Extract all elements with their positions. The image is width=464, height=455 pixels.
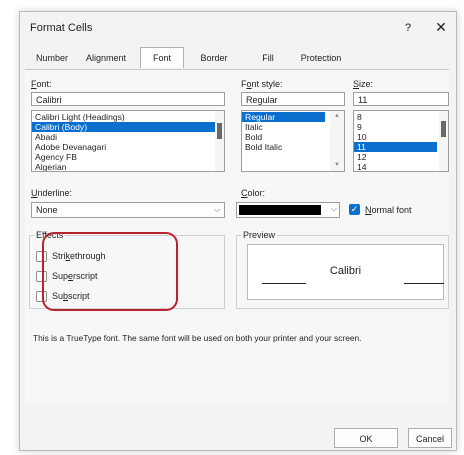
tab-number[interactable]: Number: [32, 49, 72, 67]
tab-protection[interactable]: Protection: [296, 49, 346, 67]
font-style-list[interactable]: Regular Italic Bold Bold Italic ▲ ▼: [241, 110, 345, 172]
ok-button[interactable]: OK: [334, 428, 398, 448]
list-item[interactable]: Algerian: [32, 162, 224, 171]
font-label: Font:: [31, 79, 52, 89]
list-item[interactable]: 14: [354, 162, 448, 171]
dialog-title: Format Cells: [30, 22, 93, 34]
scroll-up-icon[interactable]: ▲: [334, 113, 340, 119]
preview-text: Calibri: [329, 265, 362, 277]
normal-font-checkbox[interactable]: ✓: [349, 204, 360, 215]
list-item-selected[interactable]: 11: [354, 142, 437, 152]
list-item[interactable]: Abadi: [32, 132, 224, 142]
size-list-scrollbar[interactable]: [439, 111, 448, 171]
size-input[interactable]: 11: [353, 92, 449, 106]
list-item[interactable]: Italic: [242, 122, 344, 132]
tab-border[interactable]: Border: [196, 49, 232, 67]
list-item[interactable]: 9: [354, 122, 448, 132]
color-swatch: [239, 205, 321, 215]
font-style-label: Font style:: [241, 79, 283, 89]
list-item[interactable]: Calibri Light (Headings): [32, 112, 224, 122]
chevron-down-icon[interactable]: ⌵: [331, 204, 337, 214]
preview-sample: Calibri: [247, 244, 444, 300]
list-item[interactable]: Bold Italic: [242, 142, 344, 152]
scroll-thumb[interactable]: [441, 121, 446, 137]
underline-select[interactable]: None ⌵: [31, 202, 225, 218]
cancel-button[interactable]: Cancel: [408, 428, 452, 448]
format-cells-dialog: Format Cells ? ✕ Number Alignment Font B…: [19, 11, 457, 451]
font-style-input[interactable]: Regular: [241, 92, 345, 106]
font-style-scrollbar[interactable]: ▲ ▼: [330, 111, 344, 171]
tab-fill[interactable]: Fill: [255, 49, 281, 67]
effects-highlight-annotation: [42, 232, 178, 311]
list-item-selected[interactable]: Calibri (Body): [32, 122, 224, 132]
normal-font-label: Normal font: [365, 205, 412, 215]
scroll-thumb[interactable]: [217, 123, 222, 139]
close-button[interactable]: ✕: [432, 18, 450, 36]
truetype-info-text: This is a TrueType font. The same font w…: [33, 333, 362, 343]
underline-label: Underline:: [31, 188, 73, 198]
underline-value: None: [36, 205, 58, 215]
list-item[interactable]: 12: [354, 152, 448, 162]
help-button[interactable]: ?: [400, 20, 416, 36]
list-item[interactable]: 8: [354, 112, 448, 122]
font-name-input[interactable]: Calibri: [31, 92, 225, 106]
tab-alignment[interactable]: Alignment: [80, 49, 132, 67]
list-item-selected[interactable]: Regular: [242, 112, 325, 122]
tab-font[interactable]: Font: [140, 47, 184, 68]
preview-baseline-right: [404, 283, 444, 284]
size-list[interactable]: 8 9 10 11 12 14: [353, 110, 449, 172]
chevron-down-icon[interactable]: ⌵: [210, 203, 224, 217]
list-item[interactable]: Bold: [242, 132, 344, 142]
scroll-down-icon[interactable]: ▼: [334, 162, 340, 168]
list-item[interactable]: Adobe Devanagari: [32, 142, 224, 152]
color-label: Color:: [241, 188, 266, 198]
font-name-list[interactable]: Calibri Light (Headings) Calibri (Body) …: [31, 110, 225, 172]
size-label: Size:: [353, 79, 374, 89]
font-list-scrollbar[interactable]: [215, 111, 224, 171]
preview-baseline-left: [262, 283, 306, 284]
list-item[interactable]: 10: [354, 132, 448, 142]
preview-title: Preview: [241, 230, 278, 240]
list-item[interactable]: Agency FB: [32, 152, 224, 162]
color-select[interactable]: ⌵: [236, 202, 340, 218]
